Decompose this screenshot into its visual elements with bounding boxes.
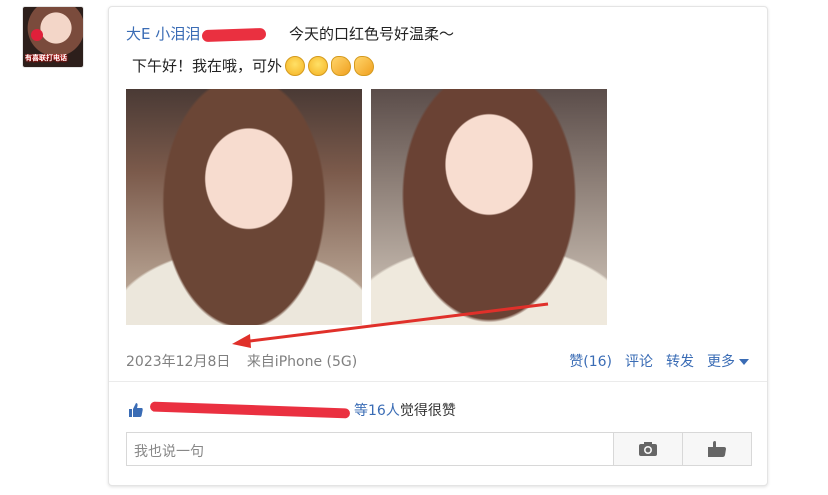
post-text: 下午好！我在哦，可外 [132,57,283,75]
heart-icon [31,29,43,41]
clapping-hands-icon [354,55,375,76]
pleading-face-icon [285,55,306,76]
camera-icon [639,442,657,456]
thumbs-up-icon [129,403,143,417]
repost-link[interactable]: 转发 [666,351,694,371]
redaction-mark [202,27,267,42]
post-meta: 2023年12月8日 来自iPhone (5G) [126,351,357,371]
likes-summary: 等16人 觉得很赞 [128,400,456,420]
chevron-down-icon [739,359,749,365]
like-link[interactable]: 赞(16) [569,351,612,371]
pointing-hand-icon [708,441,726,457]
post-actions: 赞(16) 评论 转发 更多 [569,351,749,371]
post-header: 大E 小泪泪 今天的口红色号好温柔～ [126,23,454,44]
post-title: 今天的口红色号好温柔～ [289,25,455,43]
post-photo-1[interactable] [126,89,362,325]
post-source: 来自iPhone (5G) [246,354,358,370]
post-card: 大E 小泪泪 今天的口红色号好温柔～ 下午好！我在哦，可外 2023年12月8日… [108,6,768,486]
divider [109,381,767,382]
likes-suffix: 觉得很赞 [399,403,456,419]
redaction-mark [149,401,351,419]
more-menu[interactable]: 更多 [707,351,749,371]
username-link[interactable]: 大E 小泪泪 [126,25,200,43]
pleading-face-icon [308,55,329,76]
author-avatar[interactable]: 有喜联打电话 [22,6,84,68]
likes-count[interactable]: 等16人 [354,400,400,420]
post-body: 下午好！我在哦，可外 [132,55,375,76]
avatar-overlay-text: 有喜联打电话 [25,54,67,62]
post-photo-2[interactable] [371,89,607,325]
more-label: 更多 [707,354,735,370]
like-button[interactable] [682,432,752,466]
comment-input[interactable]: 我也说一句 [126,432,614,466]
post-date: 2023年12月8日 [126,354,231,370]
clapping-hands-icon [331,55,352,76]
photo-button[interactable] [613,432,683,466]
comment-link[interactable]: 评论 [625,351,653,371]
